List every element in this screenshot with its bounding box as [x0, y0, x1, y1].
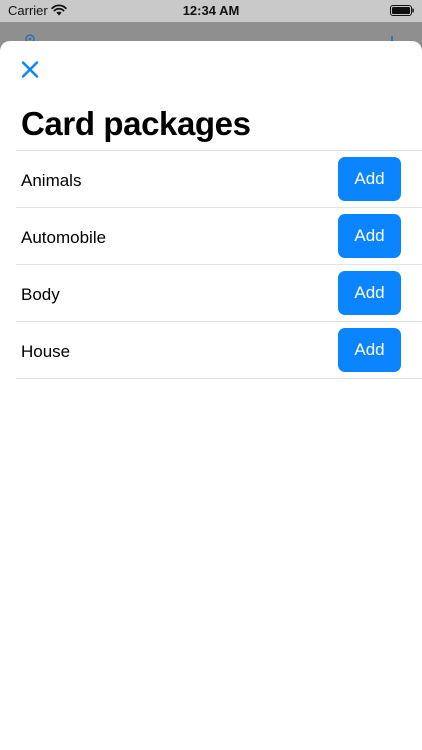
add-body-button[interactable]: Add	[338, 271, 401, 315]
package-name: Automobile	[21, 228, 107, 247]
package-row-house: House Add	[16, 321, 422, 379]
card-packages-sheet: Card packages Animals Add Automobile Add…	[0, 41, 422, 750]
package-name: House	[21, 342, 71, 361]
add-automobile-button[interactable]: Add	[338, 214, 401, 258]
package-name: Body	[21, 285, 60, 304]
package-row-automobile: Automobile Add	[16, 207, 422, 264]
add-animals-button[interactable]: Add	[338, 157, 401, 201]
package-row-animals: Animals Add	[16, 150, 422, 207]
clock: 12:34 AM	[182, 3, 240, 18]
package-list: Animals Add Automobile Add Body Add Hous…	[16, 150, 422, 379]
package-name: Animals	[21, 171, 82, 190]
battery-icon	[390, 5, 414, 16]
page-title: Card packages	[21, 105, 251, 142]
status-bar: Carrier 12:34 AM	[0, 0, 422, 22]
package-row-body: Body Add	[16, 264, 422, 321]
add-house-button[interactable]: Add	[338, 328, 401, 372]
close-icon[interactable]	[18, 59, 42, 81]
